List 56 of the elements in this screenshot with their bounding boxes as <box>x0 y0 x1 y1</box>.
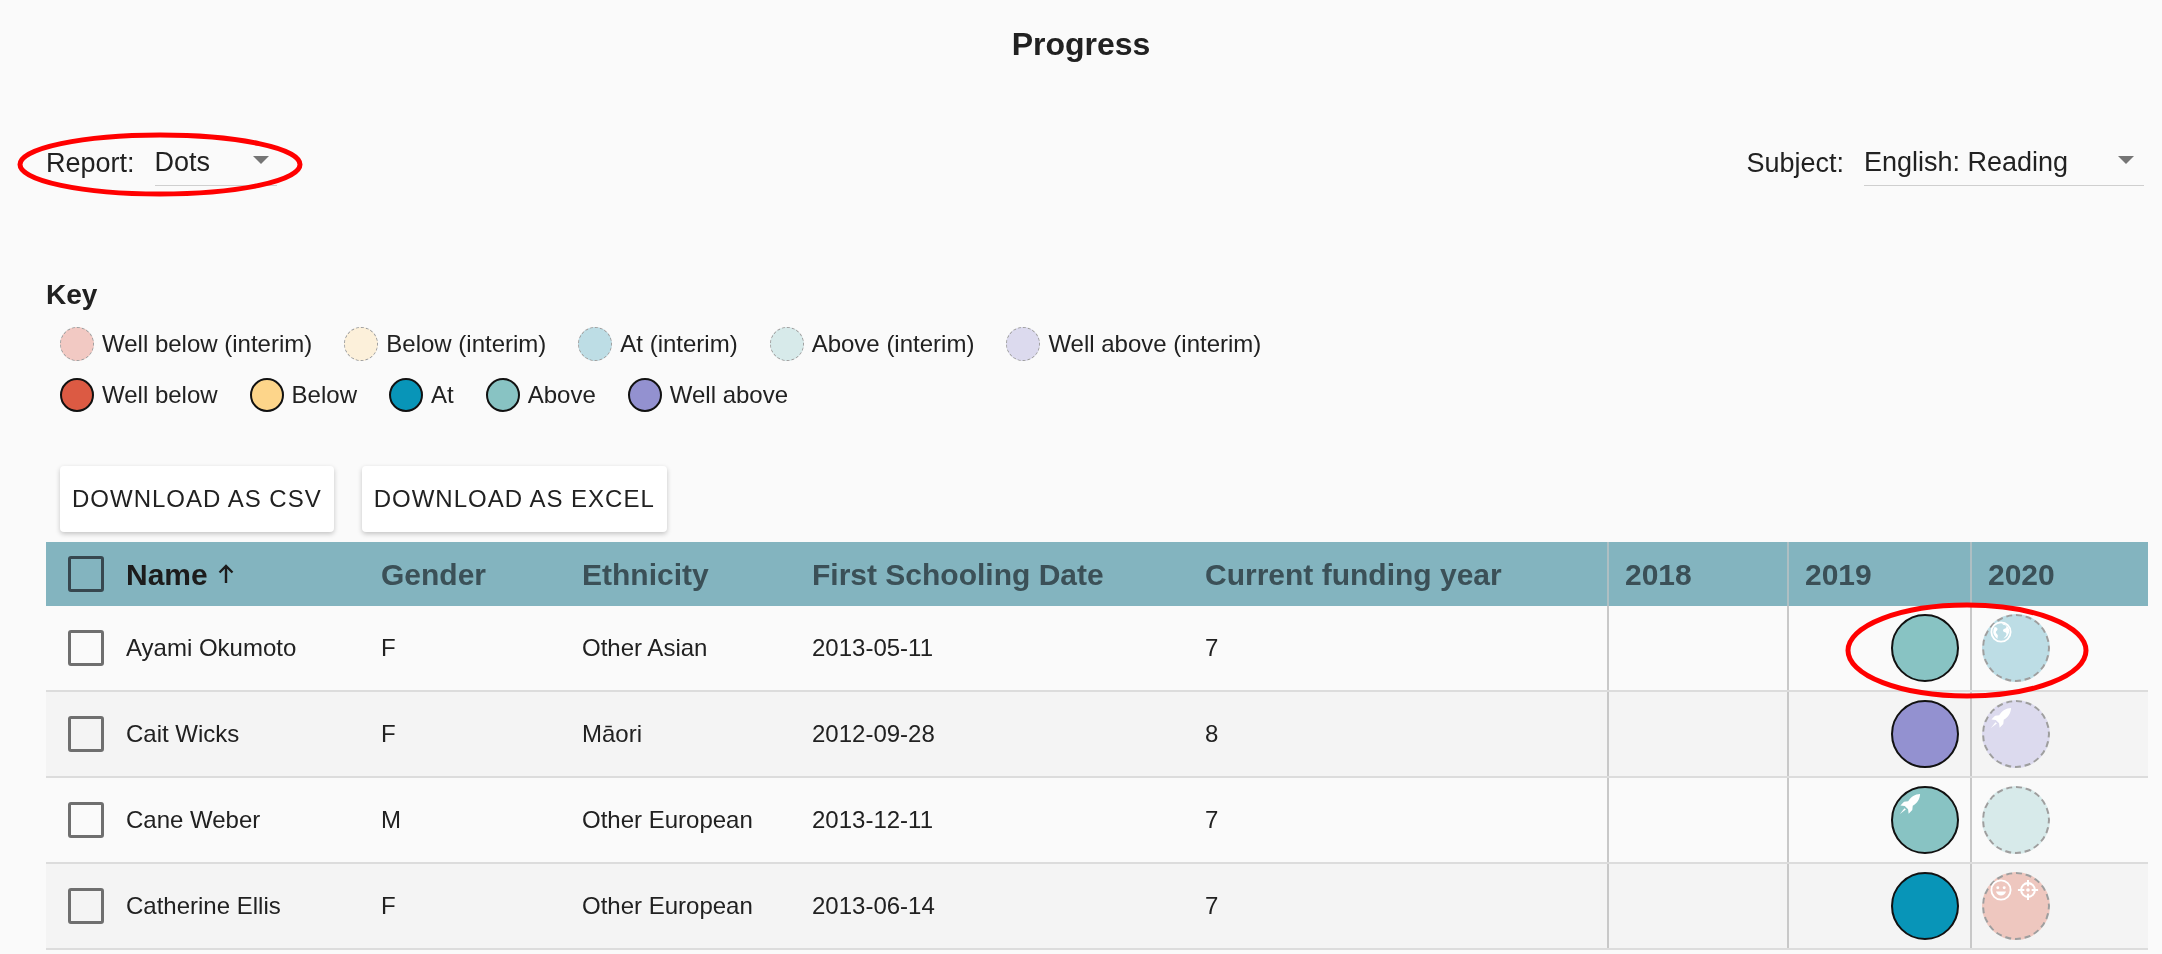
table-cell: Catherine Ellis <box>126 891 281 921</box>
row-checkbox[interactable] <box>68 716 104 752</box>
report-dropdown[interactable]: Dots <box>154 140 277 186</box>
table-cell: 7 <box>1205 805 1219 835</box>
table-cell: 2012-09-28 <box>812 719 935 749</box>
table-cell: M <box>381 805 401 835</box>
legend-label: Below <box>291 380 357 410</box>
legend-label: Well below (interim) <box>102 329 313 359</box>
legend-label: Well above <box>669 380 789 410</box>
column-header[interactable]: Current funding year <box>1189 542 1607 606</box>
sort-arrow-icon <box>217 564 234 584</box>
legend-label: At <box>431 380 454 410</box>
legend-label: Above (interim) <box>811 329 975 359</box>
table-cell: 7 <box>1205 891 1219 921</box>
column-header[interactable]: Gender <box>365 542 566 606</box>
download-button[interactable]: DOWNLOAD AS EXCEL <box>361 466 667 532</box>
column-header[interactable]: Ethnicity <box>566 542 796 606</box>
download-button[interactable]: DOWNLOAD AS CSV <box>60 466 334 532</box>
caret-icon <box>2118 156 2134 164</box>
caret-icon <box>252 156 269 164</box>
table-cell: Other European <box>582 891 753 921</box>
table-cell: Cane Weber <box>126 805 261 835</box>
subject-dropdown[interactable]: English: Reading <box>1864 140 2144 186</box>
report-label: Report: <box>46 147 135 180</box>
table-cell: F <box>381 891 396 921</box>
rocket-icon <box>1898 793 1921 815</box>
crosshair-icon <box>2017 879 2039 901</box>
row-checkbox[interactable] <box>68 802 104 838</box>
row-checkbox[interactable] <box>68 888 104 924</box>
smiley-icon <box>1990 879 2012 901</box>
globe-icon <box>1990 621 2012 643</box>
table-cell: 8 <box>1205 719 1219 749</box>
column-header[interactable]: Name <box>110 542 365 606</box>
key-title: Key <box>46 278 98 312</box>
rocket-icon <box>1990 707 2012 729</box>
row-checkbox[interactable] <box>68 630 104 666</box>
legend-label: At (interim) <box>620 329 738 359</box>
table-cell: F <box>381 633 396 663</box>
subject-label: Subject: <box>1746 147 1844 180</box>
table-cell: 2013-12-11 <box>812 805 933 835</box>
table-cell: 7 <box>1205 633 1219 663</box>
legend-label: Below (interim) <box>386 329 547 359</box>
table-cell: Māori <box>582 719 642 749</box>
table-cell: 2013-05-11 <box>812 633 933 663</box>
table-cell: Cait Wicks <box>126 719 240 749</box>
column-header[interactable]: First Schooling Date <box>796 542 1189 606</box>
legend-label: Well above (interim) <box>1048 329 1262 359</box>
table-cell: F <box>381 719 396 749</box>
legend-label: Well below <box>102 380 218 410</box>
table-cell: Ayami Okumoto <box>126 633 297 663</box>
table-cell: Other Asian <box>582 633 708 663</box>
table-cell: Other European <box>582 805 753 835</box>
select-all-checkbox[interactable] <box>68 556 104 592</box>
table-cell: 2013-06-14 <box>812 891 935 921</box>
legend-label: Above <box>527 380 596 410</box>
page-title: Progress <box>1011 25 1151 64</box>
